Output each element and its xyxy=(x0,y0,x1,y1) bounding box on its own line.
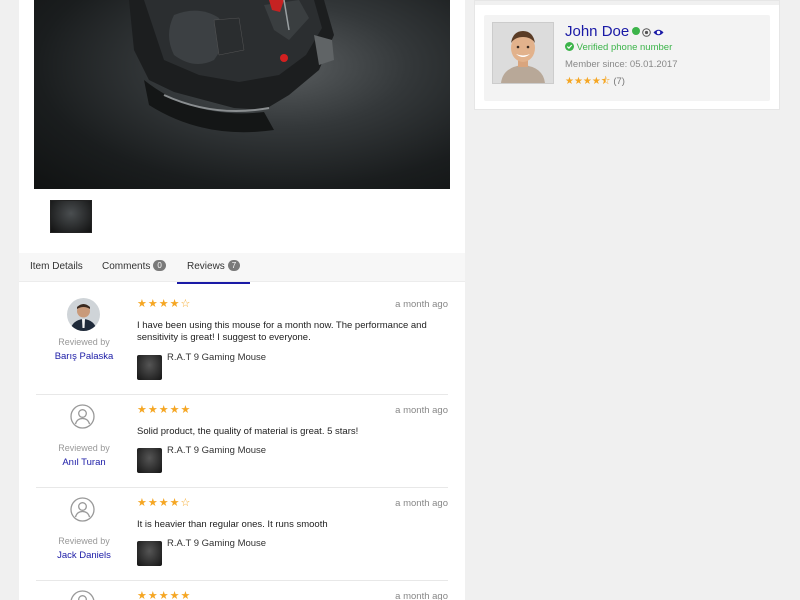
product-thumbnail[interactable] xyxy=(137,355,162,380)
review-text: Solid product, the quality of material i… xyxy=(137,426,359,437)
verified-phone-status: Verified phone number xyxy=(565,42,672,53)
reviewed-by-label: Reviewed by xyxy=(58,536,110,546)
seller-rating: ★★★★⯪ (7) xyxy=(565,74,625,91)
reviews-count-badge: 7 xyxy=(227,260,241,271)
tab-label: Comments xyxy=(102,261,151,272)
member-since: Member since: 05.01.2017 xyxy=(565,59,678,70)
user-icon xyxy=(70,404,95,429)
settings-circle-icon[interactable] xyxy=(642,28,652,37)
reviewed-by-label: Reviewed by xyxy=(58,443,110,453)
review-rating-stars: ★★★★☆ xyxy=(137,497,192,509)
user-icon xyxy=(70,497,95,522)
tab-bar: Item Details Comments 0 Reviews 7 xyxy=(19,253,465,284)
product-main-image[interactable] xyxy=(34,0,450,189)
product-card: Item Details Comments 0 Reviews 7 Reviewed… xyxy=(19,0,465,600)
reviewer-name-link[interactable]: Barış Palaska xyxy=(36,351,132,362)
product-name: R.A.T 9 Gaming Mouse xyxy=(167,538,267,549)
review-rating-stars: ★★★★★ xyxy=(137,404,192,416)
tab-label: Item Details xyxy=(30,261,83,272)
seller-rating-count: (7) xyxy=(613,76,625,87)
review-item: Reviewed by Anıl Turan ★★★★★ a month ago… xyxy=(36,404,448,488)
product-thumbnail[interactable] xyxy=(137,541,162,566)
review-time: a month ago xyxy=(395,591,448,600)
seller-name-link[interactable]: John Doe xyxy=(565,23,664,40)
reviewer-avatar[interactable] xyxy=(67,298,100,331)
check-circle-icon xyxy=(565,42,574,51)
reviewer-name-link[interactable]: Anıl Turan xyxy=(36,457,132,468)
panel-divider xyxy=(475,1,779,5)
reviewed-by-label: Reviewed by xyxy=(58,337,110,347)
tab-label: Reviews xyxy=(187,261,225,272)
product-thumbnail[interactable] xyxy=(137,448,162,473)
gaming-mouse-image xyxy=(129,0,334,133)
seller-rating-stars: ★★★★⯪ xyxy=(565,76,611,87)
review-time: a month ago xyxy=(395,405,448,416)
seller-avatar[interactable] xyxy=(492,22,554,84)
tab-reviews[interactable]: Reviews 7 xyxy=(177,253,251,284)
seller-panel: John Doe Verified phone number Member si… xyxy=(474,0,780,110)
review-item: Reviewed by Barış Palaska ★★★★☆ a month … xyxy=(36,298,448,395)
online-status-dot xyxy=(632,27,641,35)
product-name: R.A.T 9 Gaming Mouse xyxy=(167,445,267,456)
tab-item-details[interactable]: Item Details xyxy=(30,253,83,282)
review-rating-stars: ★★★★☆ xyxy=(137,298,192,310)
comments-count-badge: 0 xyxy=(153,260,166,271)
review-item: ★★★★★ a month ago xyxy=(36,590,448,600)
review-rating-stars: ★★★★★ xyxy=(137,590,192,600)
review-text: It is heavier than regular ones. It runs… xyxy=(137,519,328,530)
reviewer-photo xyxy=(67,298,100,331)
eye-icon[interactable] xyxy=(653,28,664,37)
review-time: a month ago xyxy=(395,299,448,310)
tab-comments[interactable]: Comments 0 xyxy=(102,253,166,282)
review-item: Reviewed by Jack Daniels ★★★★☆ a month a… xyxy=(36,497,448,581)
verified-label: Verified phone number xyxy=(576,42,673,53)
gallery-thumbnail[interactable] xyxy=(50,200,92,233)
review-text: I have been using this mouse for a month… xyxy=(137,320,427,343)
seller-photo xyxy=(493,23,553,83)
reviewer-name-link[interactable]: Jack Daniels xyxy=(36,550,132,561)
seller-name: John Doe xyxy=(565,23,630,40)
review-time: a month ago xyxy=(395,498,448,509)
user-icon xyxy=(70,590,95,600)
seller-card: John Doe Verified phone number Member si… xyxy=(484,15,770,101)
product-name: R.A.T 9 Gaming Mouse xyxy=(167,352,267,363)
